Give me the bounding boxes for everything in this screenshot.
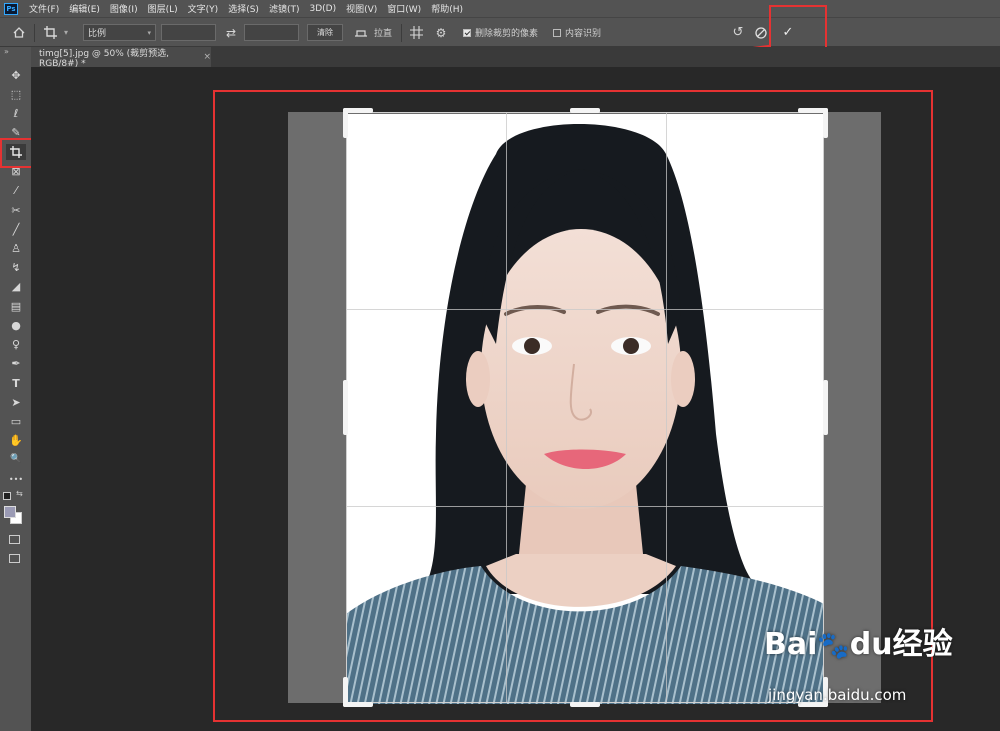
- baidu-watermark: Bai🐾du经验: [764, 619, 953, 663]
- swap-icon[interactable]: ⇄: [221, 24, 241, 41]
- watermark-brand-mid: du: [849, 627, 893, 662]
- hand-tool-icon[interactable]: ✋: [6, 432, 26, 448]
- overlay-grid-icon[interactable]: [406, 24, 426, 41]
- menu-filter[interactable]: 滤镜(T): [264, 2, 305, 15]
- menu-edit[interactable]: 编辑(E): [64, 2, 105, 15]
- menu-help[interactable]: 帮助(H): [426, 2, 468, 15]
- cancel-icon[interactable]: [751, 24, 771, 41]
- separator: [34, 24, 35, 42]
- default-colors-icon[interactable]: [3, 492, 11, 500]
- paw-icon: 🐾: [817, 631, 850, 661]
- rectangle-tool-icon[interactable]: ▭: [6, 413, 26, 429]
- document-tab-title: timg[5].jpg @ 50% (裁剪预选, RGB/8#) *: [39, 48, 170, 69]
- checkbox-unchecked-icon: [553, 28, 561, 37]
- menu-image[interactable]: 图像(I): [105, 2, 143, 15]
- content-aware-checkbox[interactable]: 内容识别: [553, 24, 601, 41]
- width-input[interactable]: [161, 24, 216, 41]
- move-tool-icon[interactable]: ✥: [6, 67, 26, 83]
- history-brush-tool-icon[interactable]: ↯: [6, 259, 26, 275]
- separator: [401, 24, 402, 42]
- content-aware-label: 内容识别: [565, 29, 602, 39]
- menu-file[interactable]: 文件(F): [24, 2, 64, 15]
- crop-preset-icon[interactable]: [41, 24, 61, 41]
- lasso-tool-icon[interactable]: ℓ: [6, 105, 26, 121]
- close-icon[interactable]: ×: [203, 52, 211, 62]
- crop-tool-highlight-box: [0, 138, 34, 168]
- document-tab-bar: timg[5].jpg @ 50% (裁剪预选, RGB/8#) * ×: [31, 47, 1000, 69]
- delete-cropped-label: 删除裁剪的像素: [475, 29, 539, 39]
- checkbox-checked-icon: [463, 28, 471, 37]
- dodge-tool-icon[interactable]: ♀: [6, 336, 26, 352]
- canvas-area[interactable]: Bai🐾du经验 jingyan.baidu.com: [31, 67, 1000, 731]
- watermark-brand-suffix: 经验: [892, 627, 953, 662]
- ratio-select[interactable]: 比例 ▾: [83, 24, 156, 41]
- blur-tool-icon[interactable]: ●: [6, 317, 26, 333]
- delete-cropped-checkbox[interactable]: 删除裁剪的像素: [463, 24, 538, 41]
- preset-dropdown-arrow-icon[interactable]: ▾: [64, 24, 68, 41]
- ratio-select-value: 比例: [88, 29, 107, 39]
- home-icon[interactable]: [9, 24, 29, 41]
- document-tab[interactable]: timg[5].jpg @ 50% (裁剪预选, RGB/8#) * ×: [31, 47, 211, 69]
- stamp-tool-icon[interactable]: ♙: [6, 240, 26, 256]
- foreground-color-swatch[interactable]: [4, 506, 16, 518]
- healing-tool-icon[interactable]: ✂: [6, 202, 26, 218]
- marquee-tool-icon[interactable]: ⬚: [6, 86, 26, 102]
- swap-colors-icon[interactable]: ⇆: [16, 489, 23, 498]
- watermark-url: jingyan.baidu.com: [768, 686, 907, 704]
- eraser-tool-icon[interactable]: ◢: [6, 278, 26, 294]
- screen-mode-icon[interactable]: [9, 554, 20, 563]
- photoshop-logo-icon: Ps: [4, 2, 18, 15]
- clear-button[interactable]: 清除: [307, 24, 343, 41]
- straighten-label[interactable]: 拉直: [374, 24, 392, 41]
- straighten-icon[interactable]: [351, 24, 371, 41]
- quick-mask-icon[interactable]: [9, 535, 20, 544]
- menu-window[interactable]: 窗口(W): [382, 2, 426, 15]
- zoom-tool-icon[interactable]: 🔍: [6, 451, 26, 467]
- watermark-brand: Bai: [764, 627, 818, 662]
- panel-collapse-icon[interactable]: »: [4, 47, 9, 56]
- menu-bar: Ps 文件(F) 编辑(E) 图像(I) 图层(L) 文字(Y) 选择(S) 滤…: [0, 0, 1000, 17]
- menu-view[interactable]: 视图(V): [341, 2, 382, 15]
- menu-select[interactable]: 选择(S): [223, 2, 264, 15]
- menu-layer[interactable]: 图层(L): [143, 2, 183, 15]
- height-input[interactable]: [244, 24, 299, 41]
- eyedropper-tool-icon[interactable]: ⁄: [6, 182, 26, 198]
- type-tool-icon[interactable]: T: [6, 375, 26, 391]
- brush-tool-icon[interactable]: ╱: [6, 221, 26, 237]
- options-bar: ▾ 比例 ▾ ⇄ 清除 拉直 ⚙ 删除裁剪的像素 内容识别 ↺ ✓: [0, 17, 1000, 47]
- gear-icon[interactable]: ⚙: [431, 24, 451, 41]
- path-select-tool-icon[interactable]: ➤: [6, 394, 26, 410]
- gradient-tool-icon[interactable]: ▤: [6, 298, 26, 314]
- more-tools-icon[interactable]: •••: [6, 471, 26, 487]
- chevron-down-icon: ▾: [147, 28, 151, 37]
- menu-type[interactable]: 文字(Y): [183, 2, 224, 15]
- reset-icon[interactable]: ↺: [728, 24, 748, 41]
- menu-3d[interactable]: 3D(D): [304, 4, 341, 14]
- pen-tool-icon[interactable]: ✒: [6, 355, 26, 371]
